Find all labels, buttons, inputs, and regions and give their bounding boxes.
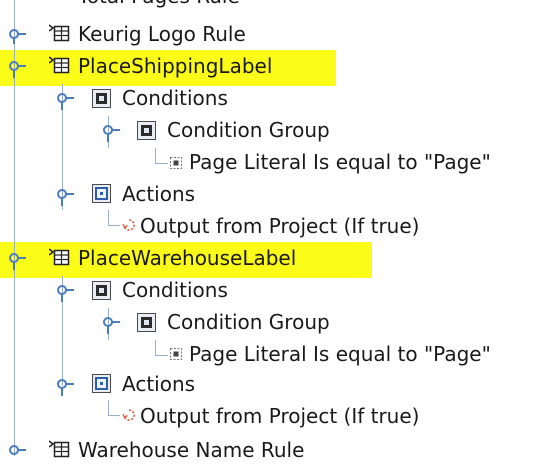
tree-node-placeshippinglabel[interactable]: PlaceShippingLabel	[78, 50, 272, 82]
tree-line	[108, 400, 109, 416]
rule-icon	[49, 440, 70, 458]
tree-node-label: Total Pages Rule	[78, 0, 240, 12]
actions-icon	[92, 374, 111, 393]
tree-node-page-literal[interactable]: Page Literal Is equal to "Page"	[189, 338, 491, 370]
expand-handle-icon[interactable]	[52, 88, 74, 112]
expand-handle-icon[interactable]	[52, 184, 74, 208]
tree-line	[155, 355, 168, 356]
tree-node-placewarehouselabel[interactable]: PlaceWarehouseLabel	[78, 242, 296, 274]
expand-handle-icon[interactable]	[4, 248, 26, 272]
tree-node-page-literal[interactable]: Page Literal Is equal to "Page"	[189, 146, 491, 178]
expand-handle-icon[interactable]	[4, 56, 26, 80]
tree-node-keurig-logo-rule[interactable]: Keurig Logo Rule	[78, 18, 246, 50]
tree-node-output-from-project[interactable]: Output from Project (If true)	[140, 400, 419, 432]
expand-handle-icon[interactable]	[98, 120, 120, 144]
condition-group-icon	[137, 313, 156, 332]
tree-line	[155, 148, 156, 164]
collapse-handle-icon[interactable]	[4, 22, 26, 46]
rule-icon	[49, 56, 70, 74]
tree-node-actions[interactable]: Actions	[122, 368, 195, 400]
tree-node-label: Condition Group	[167, 118, 330, 142]
tree-node-label: Keurig Logo Rule	[78, 22, 246, 46]
tree-node-condition-group[interactable]: Condition Group	[167, 306, 330, 338]
tree-node-label: Warehouse Name Rule	[78, 438, 305, 462]
condition-leaf-icon	[170, 157, 182, 169]
tree-node-actions[interactable]: Actions	[122, 178, 195, 210]
tree-node-conditions[interactable]: Conditions	[122, 274, 228, 306]
tree-node-output-from-project[interactable]: Output from Project (If true)	[140, 210, 419, 242]
tree-node-label: Output from Project (If true)	[140, 404, 420, 428]
tree-node-condition-group[interactable]: Condition Group	[167, 114, 330, 146]
rule-icon	[49, 248, 70, 266]
rule-tree: Total Pages Rule Keurig Logo Rule PlaceS…	[0, 0, 560, 462]
tree-line	[108, 210, 109, 226]
tree-line	[108, 225, 120, 226]
condition-group-icon	[137, 121, 156, 140]
output-action-icon	[122, 409, 135, 421]
tree-node-label: PlaceWarehouseLabel	[78, 246, 297, 270]
tree-node-total-pages-rule[interactable]: Total Pages Rule	[78, 0, 240, 12]
tree-line	[155, 163, 168, 164]
actions-icon	[92, 184, 111, 203]
rule-icon	[49, 24, 70, 42]
conditions-icon	[92, 89, 111, 108]
tree-node-label: Output from Project (If true)	[140, 214, 420, 238]
tree-line	[155, 340, 156, 356]
tree-line	[108, 415, 120, 416]
output-action-icon	[122, 219, 135, 231]
condition-leaf-icon	[170, 348, 182, 360]
tree-node-label: Conditions	[122, 278, 228, 302]
tree-node-label: Conditions	[122, 86, 228, 110]
conditions-icon	[92, 281, 111, 300]
tree-node-label: Condition Group	[167, 310, 330, 334]
tree-node-label: Page Literal Is equal to "Page"	[189, 342, 491, 366]
tree-node-label: Actions	[122, 182, 196, 206]
tree-node-conditions[interactable]: Conditions	[122, 82, 228, 114]
expand-handle-icon[interactable]	[98, 312, 120, 336]
expand-handle-icon[interactable]	[52, 280, 74, 304]
tree-node-label: Actions	[122, 372, 196, 396]
tree-node-warehouse-name-rule[interactable]: Warehouse Name Rule	[78, 434, 304, 466]
collapse-handle-icon[interactable]	[4, 440, 26, 464]
tree-node-label: PlaceShippingLabel	[78, 54, 273, 78]
expand-handle-icon[interactable]	[52, 374, 74, 398]
tree-node-label: Page Literal Is equal to "Page"	[189, 150, 491, 174]
